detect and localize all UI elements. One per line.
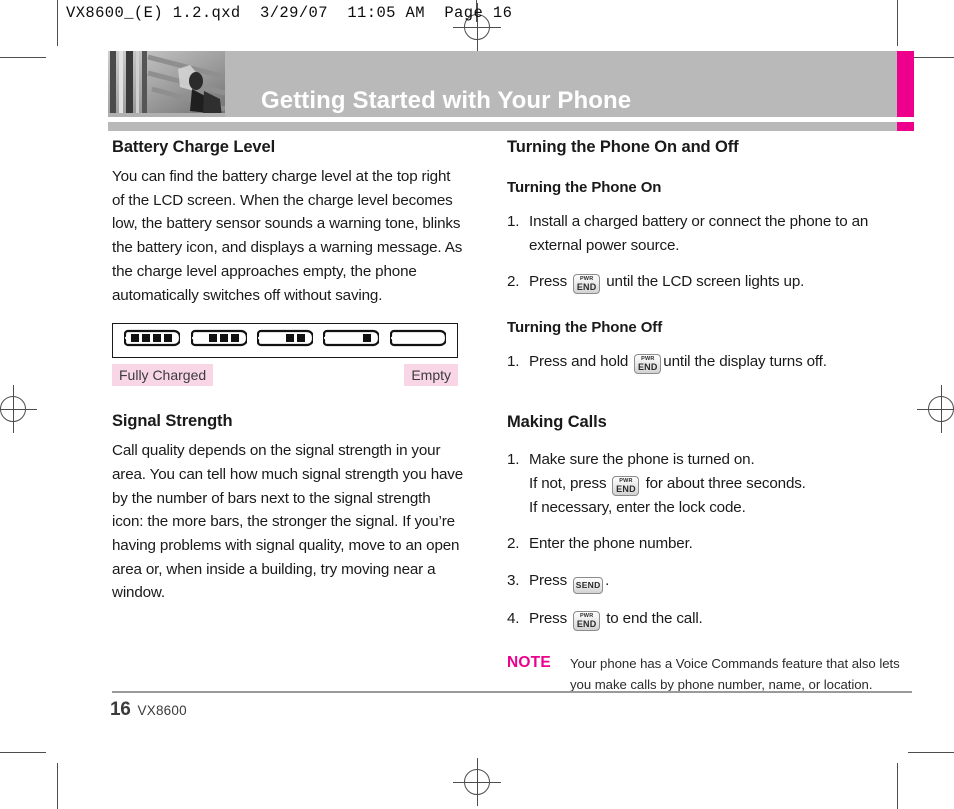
step-call-4: 4. Press PWR END to end the call.: [507, 607, 913, 631]
step-call-1: 1. Make sure the phone is turned on. If n…: [507, 448, 913, 519]
battery-2-bars-icon: [255, 327, 315, 354]
paragraph-battery-charge-level: You can find the battery charge level at…: [112, 168, 463, 304]
battery-charge-figure: Fully Charged Empty: [112, 323, 458, 387]
manual-page: Getting Started with Your Phone Battery …: [0, 0, 954, 809]
step-line-2-after: for about three seconds.: [645, 474, 806, 492]
key-bottom-label: END: [616, 483, 636, 494]
step-line-3: If necessary, enter the lock code.: [529, 498, 746, 516]
page-title: Getting Started with Your Phone: [261, 87, 632, 114]
label-empty: Empty: [404, 364, 458, 387]
footer-rule: [112, 691, 912, 693]
label-fully-charged: Fully Charged: [112, 364, 214, 387]
battery-3-bars-icon: [189, 327, 248, 354]
note-label: NOTE: [507, 653, 551, 671]
step-number: 1.: [507, 451, 520, 468]
paragraph-signal-strength: Call quality depends on the signal stren…: [112, 442, 464, 602]
battery-4-bars-icon: [123, 327, 182, 354]
battery-icon-row: [112, 323, 458, 359]
steps-making-calls: 1. Make sure the phone is turned on. If n…: [507, 448, 913, 631]
page-header: Getting Started with Your Phone: [108, 51, 914, 117]
step-number: 1.: [507, 213, 520, 230]
send-key-icon: SEND: [573, 576, 604, 594]
step-number: 4.: [507, 609, 520, 627]
key-bottom-label: END: [637, 362, 658, 372]
battery-figure-labels: Fully Charged Empty: [112, 364, 458, 387]
steps-turning-phone-off: 1. Press and hold PWR END until the display…: [507, 350, 913, 374]
pwr-end-key-icon: PWR END: [634, 354, 662, 374]
heading-battery-charge-level: Battery Charge Level: [112, 138, 276, 156]
left-column: Battery Charge Level You can find the ba…: [112, 138, 464, 605]
subheading-turning-phone-on: Turning the Phone On: [507, 179, 662, 196]
step-number: 3.: [507, 571, 520, 589]
subheading-turning-phone-off: Turning the Phone Off: [507, 319, 663, 336]
step-off-1: 1. Press and hold PWR END until the display…: [507, 350, 913, 374]
step-call-3: 3. Press SEND.: [507, 569, 913, 594]
footer-page-number: 16: [110, 699, 131, 720]
step-line-1: Make sure the phone is turned on.: [529, 451, 755, 468]
footer-model: VX8600: [137, 703, 187, 718]
heading-turning-phone-on-and-off: Turning the Phone On and Off: [507, 138, 739, 156]
step-number: 2.: [507, 535, 520, 552]
page-footer: 16 VX8600: [110, 699, 187, 721]
header-photo: [108, 51, 225, 117]
pwr-end-key-icon: PWR END: [573, 610, 601, 631]
step-text-before: Press: [529, 273, 568, 290]
step-line-2-before: If not, press: [529, 474, 607, 492]
step-line-1: Enter the phone number.: [529, 535, 693, 552]
step-on-2: 2. Press PWR END until the LCD screen ligh…: [507, 270, 913, 294]
step-on-1: 1. Install a charged battery or connect t…: [507, 210, 913, 257]
step-text-before: Press: [529, 571, 568, 589]
step-text-after: until the display turns off.: [663, 353, 827, 370]
step-text-before: Press: [529, 609, 568, 627]
step-number: 1.: [507, 353, 520, 370]
step-text-before: Press and hold: [529, 353, 629, 370]
note-text: Your phone has a Voice Commands feature …: [570, 655, 900, 693]
battery-1-bar-icon: [322, 327, 381, 354]
step-text: Install a charged battery or connect the…: [529, 213, 869, 254]
step-call-2: 2. Enter the phone number.: [507, 532, 913, 556]
header-rule: [108, 122, 897, 131]
step-text-after: to end the call.: [606, 609, 703, 627]
pwr-end-key-icon: PWR END: [612, 475, 640, 496]
header-rule-accent: [897, 122, 914, 131]
heading-signal-strength: Signal Strength: [112, 412, 233, 431]
heading-making-calls: Making Calls: [507, 413, 607, 431]
step-number: 2.: [507, 273, 520, 290]
note-block: NOTE Your phone has a Voice Commands fea…: [507, 653, 913, 696]
right-column: Turning the Phone On and Off Turning the…: [507, 138, 913, 696]
header-accent-bar: [897, 51, 914, 117]
steps-turning-phone-on: 1. Install a charged battery or connect t…: [507, 210, 913, 294]
key-bottom-label: END: [576, 282, 597, 292]
key-bottom-label: END: [576, 618, 597, 629]
step-text-after: .: [605, 571, 610, 589]
pwr-end-key-icon: PWR END: [573, 274, 601, 294]
battery-0-bars-icon: [388, 327, 447, 354]
step-text-after: until the LCD screen lights up.: [606, 273, 805, 290]
